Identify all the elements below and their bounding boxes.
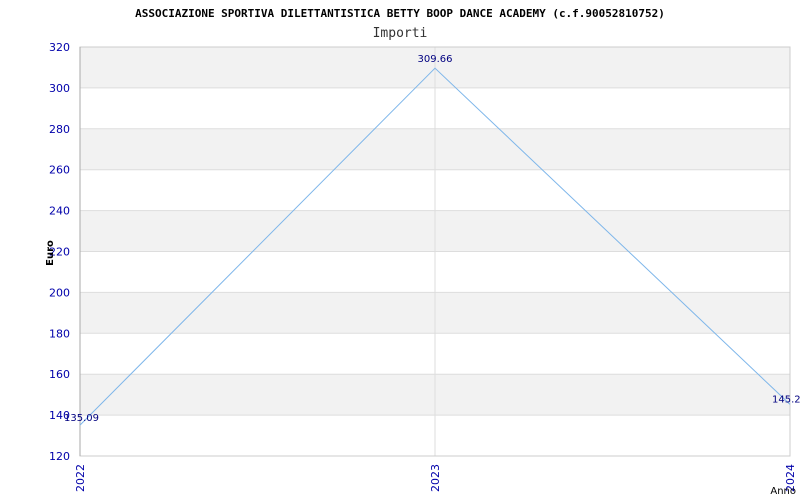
data-label: 135.09 bbox=[64, 413, 99, 424]
y-tick-label: 180 bbox=[49, 327, 70, 340]
y-tick-label: 200 bbox=[49, 286, 70, 299]
data-label: 145.22 bbox=[772, 394, 800, 405]
chart-title: ASSOCIAZIONE SPORTIVA DILETTANTISTICA BE… bbox=[135, 7, 665, 20]
chart: 120140160180200220240260280300320 2022 20… bbox=[45, 7, 800, 497]
x-axis-label: Anno bbox=[770, 486, 796, 497]
x-tick-label: 2022 bbox=[74, 464, 87, 492]
y-tick-label: 240 bbox=[49, 205, 70, 218]
chart-subtitle: Importi bbox=[373, 26, 428, 41]
y-tick-label: 300 bbox=[49, 82, 70, 95]
y-tick-label: 120 bbox=[49, 450, 70, 463]
data-label: 309.66 bbox=[418, 54, 453, 65]
y-tick-label: 320 bbox=[49, 41, 70, 54]
y-tick-label: 280 bbox=[49, 123, 70, 136]
x-tick-label: 2023 bbox=[429, 464, 442, 492]
y-tick-label: 160 bbox=[49, 368, 70, 381]
y-tick-label: 260 bbox=[49, 164, 70, 177]
x-tick-labels: 2022 2023 2024 bbox=[74, 464, 797, 492]
y-axis-label: Euro bbox=[45, 240, 56, 266]
